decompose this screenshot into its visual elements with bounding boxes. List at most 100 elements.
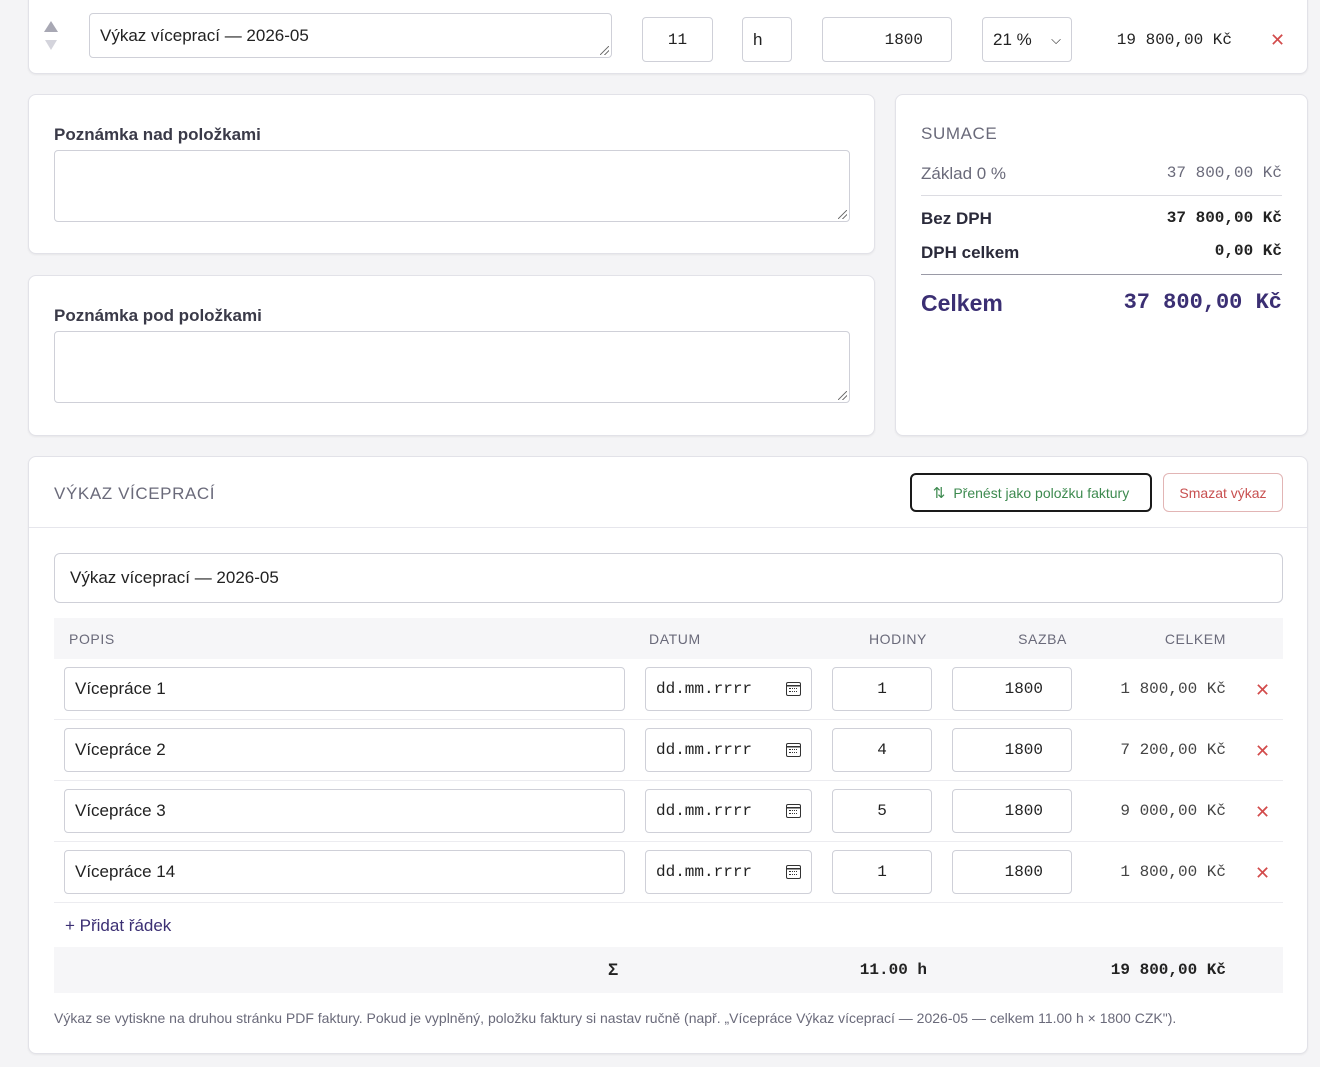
row-hours-value: 1 [877, 863, 887, 881]
item-quantity-field[interactable]: 11 [642, 17, 713, 62]
row-description-value: Vícepráce 2 [75, 740, 166, 759]
row-description-value: Vícepráce 1 [75, 679, 166, 698]
column-header-date: DATUM [649, 631, 701, 647]
calendar-icon[interactable] [786, 682, 801, 696]
report-name-field[interactable]: Výkaz víceprací — 2026-05 [54, 553, 1283, 603]
row-rate-value: 1800 [1004, 802, 1043, 820]
row-date-field[interactable]: dd.mm.rrrr [645, 850, 812, 894]
table-row: Vícepráce 2 dd.mm.rrrr 4 1800 7 200,00 K… [54, 720, 1283, 781]
resize-grip-icon[interactable] [600, 46, 609, 55]
row-hours-value: 4 [877, 741, 887, 759]
extra-work-footnote: Výkaz se vytiskne na druhou stránku PDF … [54, 1010, 1177, 1026]
row-rate-field[interactable]: 1800 [952, 789, 1072, 833]
resize-grip-icon[interactable] [838, 391, 847, 400]
summary-divider-strong [921, 274, 1282, 275]
summary-divider [921, 195, 1282, 196]
row-description-field[interactable]: Vícepráce 14 [64, 850, 625, 894]
table-row: Vícepráce 14 dd.mm.rrrr 1 1800 1 800,00 … [54, 842, 1283, 903]
item-unit-field[interactable]: h [742, 17, 792, 62]
delete-item-icon[interactable]: ✕ [1270, 31, 1285, 49]
extra-work-title: VÝKAZ VÍCEPRACÍ [54, 484, 216, 503]
sum-row: Σ 11.00 h 19 800,00 Kč [54, 947, 1283, 993]
calendar-icon[interactable] [786, 865, 801, 879]
row-total: 7 200,00 Kč [1120, 741, 1226, 759]
extra-work-rows: Vícepráce 1 dd.mm.rrrr 1 1800 1 800,00 K… [54, 659, 1283, 903]
row-rate-field[interactable]: 1800 [952, 728, 1072, 772]
delete-row-icon[interactable]: ✕ [1255, 742, 1270, 760]
move-down-icon[interactable] [45, 40, 57, 50]
row-date-value: dd.mm.rrrr [656, 863, 753, 881]
row-hours-field[interactable]: 5 [832, 789, 932, 833]
sum-symbol: Σ [608, 960, 619, 979]
row-hours-value: 1 [877, 680, 887, 698]
row-description-field[interactable]: Vícepráce 2 [64, 728, 625, 772]
summary-title: SUMACE [921, 124, 998, 143]
note-above-card: Poznámka nad položkami [28, 94, 875, 254]
transfer-button-label: Přenést jako položku faktury [953, 484, 1130, 501]
row-rate-value: 1800 [1004, 741, 1043, 759]
delete-row-icon[interactable]: ✕ [1255, 803, 1270, 821]
item-unit-price-field[interactable]: 1800 [822, 17, 952, 62]
table-header: POPIS DATUM HODINY SAZBA CELKEM [54, 618, 1283, 659]
row-rate-field[interactable]: 1800 [952, 850, 1072, 894]
summary-base-label: Základ 0 % [921, 164, 1007, 183]
row-date-value: dd.mm.rrrr [656, 802, 753, 820]
summary-base-value: 37 800,00 Kč [1166, 164, 1282, 182]
summary-vat-label: DPH celkem [921, 243, 1020, 262]
row-hours-field[interactable]: 1 [832, 667, 932, 711]
note-below-card: Poznámka pod položkami [28, 275, 875, 436]
item-vat-value: 21 % [993, 29, 1032, 49]
note-above-textarea[interactable] [54, 150, 850, 222]
swap-arrows-icon: ⇅ [932, 484, 946, 502]
extra-work-header-divider [29, 527, 1307, 528]
table-row: Vícepráce 1 dd.mm.rrrr 1 1800 1 800,00 K… [54, 659, 1283, 720]
table-row: Vícepráce 3 dd.mm.rrrr 5 1800 9 000,00 K… [54, 781, 1283, 842]
column-header-description: POPIS [69, 631, 115, 647]
item-total: 19 800,00 Kč [1116, 31, 1232, 49]
row-date-field[interactable]: dd.mm.rrrr [645, 667, 812, 711]
item-unit-value: h [753, 29, 763, 49]
item-description-field[interactable]: Výkaz víceprací — 2026-05 [89, 13, 612, 58]
row-total: 1 800,00 Kč [1120, 863, 1226, 881]
row-description-field[interactable]: Vícepráce 1 [64, 667, 625, 711]
column-header-rate: SAZBA [1018, 631, 1067, 647]
delete-report-button[interactable]: Smazat výkaz [1163, 473, 1283, 512]
summary-without-vat-value: 37 800,00 Kč [1166, 209, 1282, 227]
note-below-label: Poznámka pod položkami [54, 306, 262, 325]
summary-total-value: 37 800,00 Kč [1123, 290, 1282, 315]
move-up-icon[interactable] [44, 21, 58, 32]
row-rate-field[interactable]: 1800 [952, 667, 1072, 711]
sum-total: 19 800,00 Kč [1110, 961, 1226, 979]
resize-grip-icon[interactable] [838, 210, 847, 219]
transfer-to-invoice-button[interactable]: ⇅ Přenést jako položku faktury [910, 473, 1152, 512]
row-hours-value: 5 [877, 802, 887, 820]
column-header-total: CELKEM [1164, 631, 1226, 647]
summary-card: SUMACE Základ 0 % 37 800,00 Kč Bez DPH 3… [895, 94, 1308, 436]
delete-row-icon[interactable]: ✕ [1255, 681, 1270, 699]
row-date-value: dd.mm.rrrr [656, 680, 753, 698]
column-header-hours: HODINY [868, 631, 927, 647]
row-rate-value: 1800 [1004, 680, 1043, 698]
sum-hours: 11.00 h [859, 961, 927, 979]
row-hours-field[interactable]: 1 [832, 850, 932, 894]
extra-work-card: VÝKAZ VÍCEPRACÍ ⇅ Přenést jako položku f… [28, 456, 1308, 1054]
row-date-value: dd.mm.rrrr [656, 741, 753, 759]
item-description-value: Výkaz víceprací — 2026-05 [100, 26, 309, 45]
row-date-field[interactable]: dd.mm.rrrr [645, 789, 812, 833]
item-unit-price-value: 1800 [884, 30, 923, 49]
add-row-link[interactable]: + Přidat řádek [65, 916, 171, 936]
row-description-value: Vícepráce 14 [75, 862, 176, 881]
row-date-field[interactable]: dd.mm.rrrr [645, 728, 812, 772]
item-vat-select[interactable]: 21 % ⌵ [982, 17, 1072, 62]
delete-report-label: Smazat výkaz [1179, 484, 1267, 501]
row-rate-value: 1800 [1004, 863, 1043, 881]
row-hours-field[interactable]: 4 [832, 728, 932, 772]
summary-without-vat-label: Bez DPH [921, 209, 992, 228]
chevron-down-icon: ⌵ [1051, 31, 1061, 47]
row-description-field[interactable]: Vícepráce 3 [64, 789, 625, 833]
calendar-icon[interactable] [786, 743, 801, 757]
calendar-icon[interactable] [786, 804, 801, 818]
row-total: 1 800,00 Kč [1120, 680, 1226, 698]
delete-row-icon[interactable]: ✕ [1255, 864, 1270, 882]
note-below-textarea[interactable] [54, 331, 850, 403]
